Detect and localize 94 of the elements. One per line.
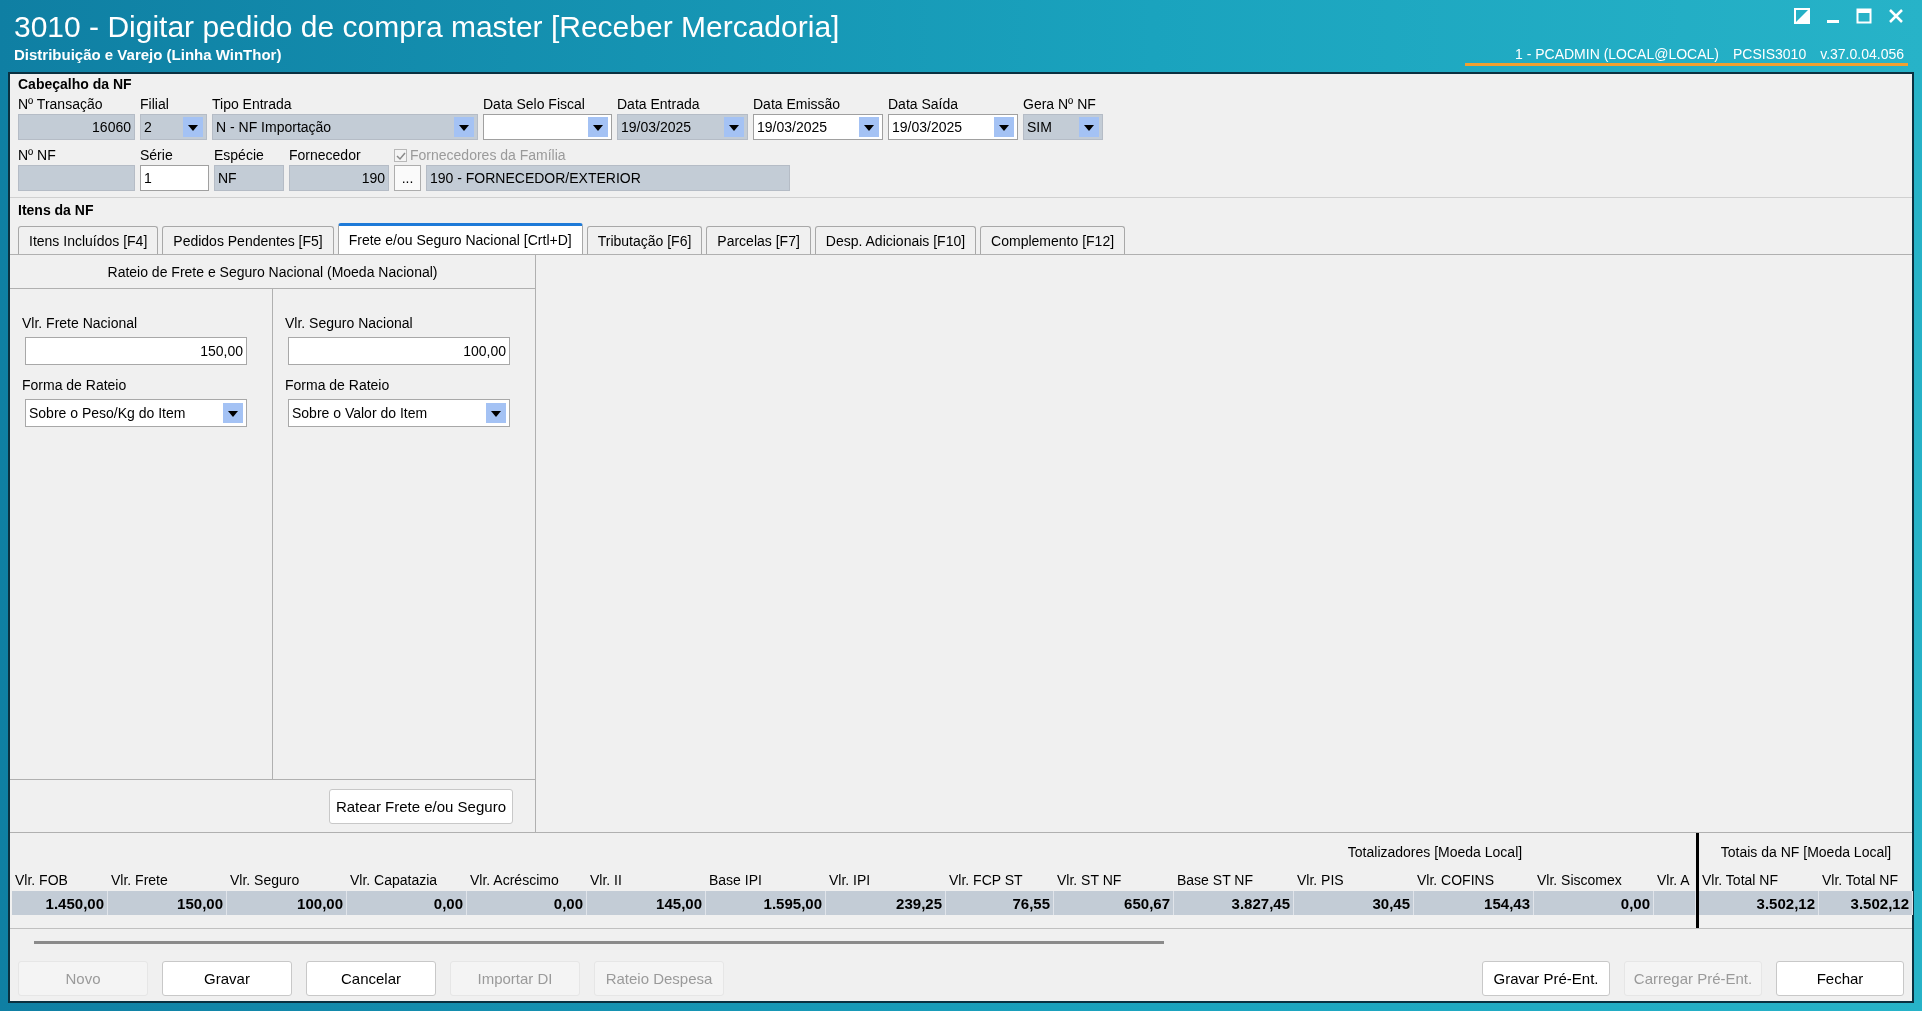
version-text: v.37.0.04.056 bbox=[1820, 46, 1904, 62]
column-header: Vlr. II bbox=[589, 871, 623, 890]
action-button[interactable]: Cancelar bbox=[306, 960, 436, 996]
column-header: Vlr. Capatazia bbox=[349, 871, 439, 890]
field-label: Tipo Entrada bbox=[212, 95, 293, 114]
tab[interactable]: Complemento [F12] bbox=[980, 226, 1126, 254]
column-header: Vlr. PIS bbox=[1296, 871, 1345, 890]
column-header: Vlr. IPI bbox=[828, 871, 872, 890]
table-cell: 3.827,45 bbox=[1174, 891, 1294, 915]
input-field[interactable]: 1 bbox=[140, 165, 209, 191]
totals-group-title: Totais da NF [Moeda Local] bbox=[1719, 843, 1893, 862]
dropdown-field[interactable]: 19/03/2025 bbox=[888, 114, 1018, 140]
field-label: Forma de Rateio bbox=[285, 376, 391, 395]
dropdown-field[interactable]: SIM bbox=[1023, 114, 1103, 140]
table-cell: 3.502,12 bbox=[1699, 891, 1819, 915]
column-header: Vlr. FOB bbox=[14, 871, 69, 890]
action-button[interactable]: Fechar bbox=[1776, 960, 1904, 996]
column-header: Vlr. Acréscimo bbox=[469, 871, 560, 890]
window-subtitle: Distribuição e Varejo (Linha WinThor) bbox=[14, 46, 283, 63]
column-header: Vlr. A bbox=[1656, 871, 1691, 890]
table-cell: 0,00 bbox=[467, 891, 587, 915]
tab[interactable]: Frete e/ou Seguro Nacional [Crtl+D] bbox=[337, 223, 583, 254]
column-header: Vlr. COFINS bbox=[1416, 871, 1495, 890]
table-cell: 3.502,12 bbox=[1819, 891, 1913, 915]
field-label: Forma de Rateio bbox=[22, 376, 128, 395]
table-cell: 650,67 bbox=[1054, 891, 1174, 915]
input-field[interactable]: 16060 bbox=[18, 114, 135, 140]
field-label: Espécie bbox=[214, 146, 265, 165]
table-cell: 0,00 bbox=[1534, 891, 1654, 915]
dropdown-field[interactable]: 19/03/2025 bbox=[617, 114, 748, 140]
tab[interactable]: Tributação [F6] bbox=[586, 226, 703, 254]
section-title: Itens da NF bbox=[18, 202, 95, 219]
action-button[interactable]: Gravar bbox=[162, 960, 292, 996]
dropdown-field[interactable] bbox=[483, 114, 612, 140]
column-header: Base IPI bbox=[708, 871, 763, 890]
column-header: Vlr. Siscomex bbox=[1536, 871, 1623, 890]
field-label: Data Emissão bbox=[753, 95, 842, 114]
column-header: Vlr. Total NF bbox=[1701, 871, 1779, 890]
window-title: 3010 - Digitar pedido de compra master [Receber Mercadoria] bbox=[14, 9, 840, 45]
dropdown-field[interactable]: 19/03/2025 bbox=[753, 114, 883, 140]
table-cell bbox=[1654, 891, 1696, 915]
session-user: 1 - PCADMIN (LOCAL@LOCAL) bbox=[1514, 46, 1719, 62]
input-field[interactable]: NF bbox=[214, 165, 284, 191]
field-label: Vlr. Frete Nacional bbox=[22, 314, 139, 333]
close-icon[interactable] bbox=[1888, 8, 1904, 24]
dropdown-field[interactable]: 2 bbox=[140, 114, 207, 140]
table-cell: 1.450,00 bbox=[12, 891, 108, 915]
table-cell: 30,45 bbox=[1294, 891, 1414, 915]
column-header: Vlr. Frete bbox=[110, 871, 169, 890]
input-field[interactable]: 190 - FORNECEDOR/EXTERIOR bbox=[426, 165, 790, 191]
totals-group-title: Totalizadores [Moeda Local] bbox=[1346, 843, 1524, 862]
dropdown-field[interactable]: N - NF Importação bbox=[212, 114, 478, 140]
action-button[interactable]: Gravar Pré-Ent. bbox=[1482, 960, 1610, 996]
field-label: Fornecedor bbox=[289, 146, 362, 165]
field-label: Vlr. Seguro Nacional bbox=[285, 314, 414, 333]
table-cell: 154,43 bbox=[1414, 891, 1534, 915]
field-label: Data Saída bbox=[888, 95, 960, 114]
tab[interactable]: Parcelas [F7] bbox=[706, 226, 811, 254]
restore-icon[interactable] bbox=[1794, 8, 1810, 24]
field-label: Filial bbox=[140, 95, 170, 114]
dropdown-field[interactable]: Sobre o Peso/Kg do Item bbox=[25, 399, 247, 427]
field-label: Nº NF bbox=[18, 146, 57, 165]
field-label: Gera Nº NF bbox=[1023, 95, 1097, 114]
column-header: Vlr. Total NF bbox=[1821, 871, 1899, 890]
table-cell: 0,00 bbox=[347, 891, 467, 915]
table-cell: 239,25 bbox=[826, 891, 946, 915]
column-header: Base ST NF bbox=[1176, 871, 1254, 890]
dropdown-field[interactable]: Sobre o Valor do Item bbox=[288, 399, 510, 427]
field-label: Nº Transação bbox=[18, 95, 104, 114]
table-cell: 145,00 bbox=[587, 891, 706, 915]
apportion-button[interactable]: Ratear Frete e/ou Seguro bbox=[328, 788, 513, 824]
table-cell: 100,00 bbox=[227, 891, 347, 915]
input-field[interactable]: 190 bbox=[289, 165, 389, 191]
scrollbar-thumb[interactable] bbox=[34, 940, 1164, 944]
input-field[interactable]: 150,00 bbox=[25, 337, 247, 365]
field-label: Série bbox=[140, 146, 174, 165]
panel-title: Rateio de Frete e Seguro Nacional (Moeda Nacional) bbox=[10, 255, 535, 289]
input-field[interactable] bbox=[18, 165, 135, 191]
column-header: Vlr. Seguro bbox=[229, 871, 301, 890]
field-label: Data Entrada bbox=[617, 95, 701, 114]
input-field[interactable]: 100,00 bbox=[288, 337, 510, 365]
section-title: Cabeçalho da NF bbox=[18, 76, 133, 93]
program-code: PCSIS3010 bbox=[1733, 46, 1807, 62]
column-header: Vlr. FCP ST bbox=[948, 871, 1024, 890]
maximize-icon[interactable] bbox=[1856, 8, 1872, 24]
table-cell: 1.595,00 bbox=[706, 891, 826, 915]
tab[interactable]: Desp. Adicionais [F10] bbox=[814, 226, 977, 254]
tab[interactable]: Pedidos Pendentes [F5] bbox=[162, 226, 334, 254]
lookup-button[interactable]: ... bbox=[394, 165, 421, 191]
column-header: Vlr. ST NF bbox=[1056, 871, 1123, 890]
table-cell: 76,55 bbox=[946, 891, 1054, 915]
tab[interactable]: Itens Incluídos [F4] bbox=[18, 226, 159, 254]
field-label: Data Selo Fiscal bbox=[483, 95, 586, 114]
table-cell: 150,00 bbox=[108, 891, 227, 915]
